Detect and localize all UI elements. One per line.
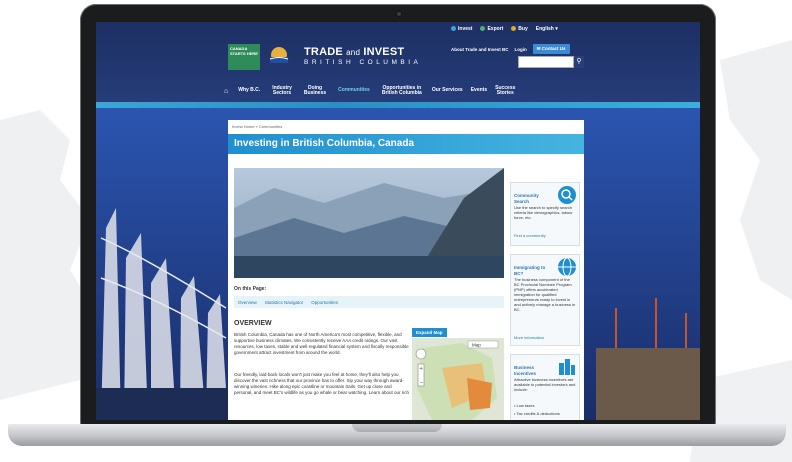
on-this-page-label: On this Page: <box>234 286 267 292</box>
sidebar-desc-immigrating: The business component of the BC Provinc… <box>514 277 576 312</box>
more-information-link[interactable]: More information <box>514 335 544 340</box>
overview-paragraph-1: British Columbia, Canada has one of Nort… <box>234 332 409 355</box>
search-icon: ⚲ <box>576 58 582 65</box>
contact-button[interactable]: ✉ Contact Us <box>532 44 570 54</box>
header-stripe <box>96 102 700 108</box>
incentive-low-taxes: • Low taxes <box>514 403 535 408</box>
map-type-select[interactable]: Map <box>472 343 481 348</box>
page-tabs: Overview Statistics Navigator Opportunit… <box>234 296 504 308</box>
nav-why-bc[interactable]: Why B.C. <box>238 88 260 94</box>
title-bar: Investing in British Columbia, Canada <box>228 134 584 154</box>
search-input[interactable] <box>518 56 574 68</box>
main-nav: ⌂ Why B.C. Industry Sectors Doing Busine… <box>96 80 700 102</box>
nav-success-stories[interactable]: Success Stories <box>495 85 515 97</box>
contact-label: Contact Us <box>541 46 566 51</box>
sidebar-desc-community-search: Use the search to specify search criteri… <box>514 205 573 220</box>
site-brand[interactable]: TRADE and INVEST BRITISH COLUMBIA <box>304 46 421 66</box>
hero-mountain-image <box>234 168 504 278</box>
about-link[interactable]: About Trade and Invest BC <box>451 47 509 52</box>
bc-government-logo <box>269 47 289 63</box>
nav-doing-business[interactable]: Doing Business <box>304 85 326 97</box>
laptop-notch <box>352 424 442 432</box>
incentive-tax-credits: • Tax credits & deductions <box>514 411 560 416</box>
util-buy[interactable]: Buy <box>511 26 528 32</box>
nav-communities[interactable]: Communities <box>338 88 370 94</box>
laptop-screen: Invest Export Buy English ▾ About Trade … <box>96 22 700 420</box>
sidebar-immigrating: Immigrating to BC? The business componen… <box>510 254 580 346</box>
sidebar-title-immigrating: Immigrating to BC? <box>514 265 546 276</box>
canada-starts-here-logo[interactable]: CANADA STARTS HERE <box>228 44 260 70</box>
util-invest[interactable]: Invest <box>451 26 472 32</box>
site-header: Invest Export Buy English ▾ About Trade … <box>96 22 700 102</box>
page-title: Investing in British Columbia, Canada <box>234 138 415 149</box>
util-invest-label: Invest <box>458 26 473 32</box>
sidebar-business-incentives: Business Incentives Attractive business … <box>510 354 580 420</box>
sidebar-desc-business-incentives: Attractive business incentives are avail… <box>514 377 576 392</box>
laptop-lid: Invest Export Buy English ▾ About Trade … <box>80 4 716 428</box>
badge-text: CANADA STARTS HERE <box>230 46 258 56</box>
tab-overview[interactable]: Overview <box>238 300 257 305</box>
content-panel: Invest Home » Communities Investing in B… <box>228 120 584 420</box>
find-community-link[interactable]: Find a community <box>514 233 546 238</box>
nav-events[interactable]: Events <box>471 88 487 94</box>
sidebar-title-business-incentives: Business Incentives <box>514 365 537 376</box>
util-export[interactable]: Export <box>480 26 503 32</box>
language-select[interactable]: English ▾ <box>536 26 558 32</box>
nav-industry-sectors[interactable]: Industry Sectors <box>272 85 292 97</box>
search-magnifier-icon <box>558 186 576 204</box>
search-button[interactable]: ⚲ <box>574 56 584 68</box>
camera-icon <box>396 11 402 17</box>
nav-opportunities[interactable]: Opportunities in British Columbia <box>382 85 422 97</box>
tab-statistics-navigator[interactable]: Statistics Navigator <box>265 300 304 305</box>
util-export-label: Export <box>487 26 504 32</box>
expand-map-button[interactable]: Expand Map <box>412 328 447 337</box>
util-buy-label: Buy <box>518 26 528 32</box>
brand-trade: TRADE <box>304 46 343 58</box>
header-links: About Trade and Invest BC Login ✉ Contac… <box>451 44 570 54</box>
sidebar-community-search: Community Search Use the search to speci… <box>510 182 580 246</box>
laptop-base <box>8 424 786 446</box>
overview-heading: OVERVIEW <box>234 320 272 327</box>
sidebar-title-community-search: Community Search <box>514 193 539 204</box>
breadcrumb[interactable]: Invest Home » Communities <box>232 124 282 129</box>
overview-paragraph-2: Our friendly, laid-back locals won't jus… <box>234 372 409 395</box>
svg-text:−: − <box>420 380 424 386</box>
brand-and: and <box>346 48 361 57</box>
buildings-icon <box>559 359 575 375</box>
svg-text:+: + <box>419 366 423 372</box>
login-link[interactable]: Login <box>515 47 527 52</box>
brand-invest: INVEST <box>363 46 405 58</box>
tab-opportunities[interactable]: Opportunities <box>311 300 338 305</box>
utility-nav: Invest Export Buy English ▾ <box>451 26 558 32</box>
bc-map[interactable]: Map + − <box>412 338 504 420</box>
brand-subtitle: BRITISH COLUMBIA <box>304 59 422 66</box>
nav-our-services[interactable]: Our Services <box>432 88 463 94</box>
globe-icon <box>558 257 576 277</box>
home-icon[interactable]: ⌂ <box>224 88 228 95</box>
